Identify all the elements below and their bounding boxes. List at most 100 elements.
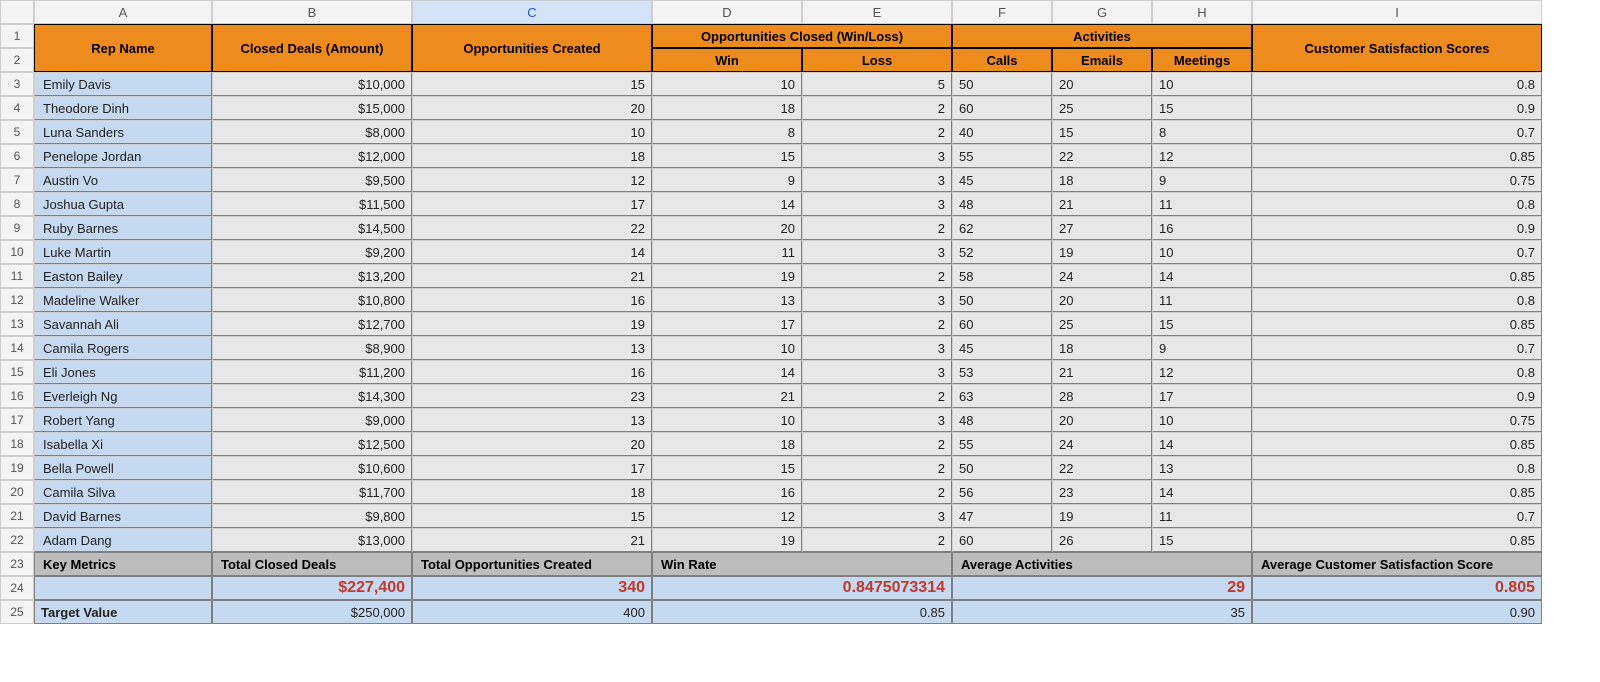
row-header[interactable]: 16: [0, 384, 34, 408]
calls-cell[interactable]: 56: [952, 480, 1052, 504]
meetings-cell[interactable]: 9: [1152, 168, 1252, 192]
csat-cell[interactable]: 0.9: [1252, 216, 1542, 240]
opps-created-cell[interactable]: 12: [412, 168, 652, 192]
calls-cell[interactable]: 47: [952, 504, 1052, 528]
win-cell[interactable]: 10: [652, 336, 802, 360]
emails-cell[interactable]: 20: [1052, 288, 1152, 312]
win-cell[interactable]: 20: [652, 216, 802, 240]
row-header[interactable]: 11: [0, 264, 34, 288]
emails-cell[interactable]: 25: [1052, 96, 1152, 120]
rep-name-cell[interactable]: Robert Yang: [34, 408, 212, 432]
column-header[interactable]: F: [952, 0, 1052, 24]
opps-created-cell[interactable]: 20: [412, 432, 652, 456]
loss-cell[interactable]: 2: [802, 312, 952, 336]
win-cell[interactable]: 15: [652, 456, 802, 480]
emails-cell[interactable]: 22: [1052, 144, 1152, 168]
column-header[interactable]: G: [1052, 0, 1152, 24]
calls-cell[interactable]: 40: [952, 120, 1052, 144]
calls-cell[interactable]: 60: [952, 312, 1052, 336]
closed-deals-cell[interactable]: $10,000: [212, 72, 412, 96]
loss-cell[interactable]: 3: [802, 504, 952, 528]
meetings-cell[interactable]: 11: [1152, 504, 1252, 528]
row-header[interactable]: 14: [0, 336, 34, 360]
rep-name-cell[interactable]: Luke Martin: [34, 240, 212, 264]
csat-cell[interactable]: 0.8: [1252, 456, 1542, 480]
loss-cell[interactable]: 3: [802, 240, 952, 264]
row-header[interactable]: 7: [0, 168, 34, 192]
csat-cell[interactable]: 0.7: [1252, 240, 1542, 264]
row-header[interactable]: 17: [0, 408, 34, 432]
csat-cell[interactable]: 0.9: [1252, 384, 1542, 408]
calls-cell[interactable]: 50: [952, 72, 1052, 96]
loss-cell[interactable]: 2: [802, 96, 952, 120]
closed-deals-cell[interactable]: $8,000: [212, 120, 412, 144]
target-activities[interactable]: 35: [952, 600, 1252, 624]
meetings-cell[interactable]: 10: [1152, 72, 1252, 96]
row-header[interactable]: 20: [0, 480, 34, 504]
loss-cell[interactable]: 2: [802, 384, 952, 408]
row-header[interactable]: 13: [0, 312, 34, 336]
meetings-cell[interactable]: 9: [1152, 336, 1252, 360]
loss-cell[interactable]: 2: [802, 528, 952, 552]
csat-cell[interactable]: 0.7: [1252, 504, 1542, 528]
calls-cell[interactable]: 48: [952, 192, 1052, 216]
csat-cell[interactable]: 0.85: [1252, 264, 1542, 288]
rep-name-cell[interactable]: Adam Dang: [34, 528, 212, 552]
opps-created-cell[interactable]: 23: [412, 384, 652, 408]
win-cell[interactable]: 17: [652, 312, 802, 336]
meetings-cell[interactable]: 15: [1152, 312, 1252, 336]
closed-deals-cell[interactable]: $9,200: [212, 240, 412, 264]
closed-deals-cell[interactable]: $9,000: [212, 408, 412, 432]
column-header[interactable]: H: [1152, 0, 1252, 24]
emails-cell[interactable]: 28: [1052, 384, 1152, 408]
target-csat[interactable]: 0.90: [1252, 600, 1542, 624]
row-header[interactable]: 9: [0, 216, 34, 240]
loss-cell[interactable]: 2: [802, 120, 952, 144]
csat-cell[interactable]: 0.75: [1252, 408, 1542, 432]
csat-cell[interactable]: 0.85: [1252, 480, 1542, 504]
rep-name-cell[interactable]: Joshua Gupta: [34, 192, 212, 216]
rep-name-cell[interactable]: Ruby Barnes: [34, 216, 212, 240]
meetings-cell[interactable]: 10: [1152, 408, 1252, 432]
column-header[interactable]: A: [34, 0, 212, 24]
row-header[interactable]: 4: [0, 96, 34, 120]
closed-deals-cell[interactable]: $12,000: [212, 144, 412, 168]
opps-created-cell[interactable]: 13: [412, 408, 652, 432]
win-cell[interactable]: 14: [652, 192, 802, 216]
meetings-cell[interactable]: 8: [1152, 120, 1252, 144]
csat-cell[interactable]: 0.8: [1252, 72, 1542, 96]
total-closed-value[interactable]: $227,400: [212, 576, 412, 600]
emails-cell[interactable]: 15: [1052, 120, 1152, 144]
closed-deals-cell[interactable]: $14,500: [212, 216, 412, 240]
emails-cell[interactable]: 20: [1052, 72, 1152, 96]
row-header[interactable]: 10: [0, 240, 34, 264]
row-header[interactable]: 19: [0, 456, 34, 480]
closed-deals-cell[interactable]: $8,900: [212, 336, 412, 360]
emails-cell[interactable]: 19: [1052, 240, 1152, 264]
rep-name-cell[interactable]: Eli Jones: [34, 360, 212, 384]
opps-created-cell[interactable]: 20: [412, 96, 652, 120]
row-header[interactable]: 21: [0, 504, 34, 528]
emails-cell[interactable]: 27: [1052, 216, 1152, 240]
emails-cell[interactable]: 20: [1052, 408, 1152, 432]
meetings-cell[interactable]: 12: [1152, 360, 1252, 384]
total-opps-value[interactable]: 340: [412, 576, 652, 600]
win-cell[interactable]: 19: [652, 528, 802, 552]
calls-cell[interactable]: 52: [952, 240, 1052, 264]
rep-name-cell[interactable]: Savannah Ali: [34, 312, 212, 336]
opps-created-cell[interactable]: 16: [412, 288, 652, 312]
calls-cell[interactable]: 50: [952, 456, 1052, 480]
win-cell[interactable]: 16: [652, 480, 802, 504]
csat-cell[interactable]: 0.8: [1252, 288, 1542, 312]
meetings-cell[interactable]: 15: [1152, 528, 1252, 552]
rep-name-cell[interactable]: David Barnes: [34, 504, 212, 528]
column-header[interactable]: B: [212, 0, 412, 24]
row-header[interactable]: 8: [0, 192, 34, 216]
win-cell[interactable]: 18: [652, 432, 802, 456]
rep-name-cell[interactable]: Penelope Jordan: [34, 144, 212, 168]
column-header[interactable]: D: [652, 0, 802, 24]
calls-cell[interactable]: 63: [952, 384, 1052, 408]
opps-created-cell[interactable]: 17: [412, 456, 652, 480]
row-header[interactable]: 2: [0, 48, 34, 72]
calls-cell[interactable]: 55: [952, 432, 1052, 456]
